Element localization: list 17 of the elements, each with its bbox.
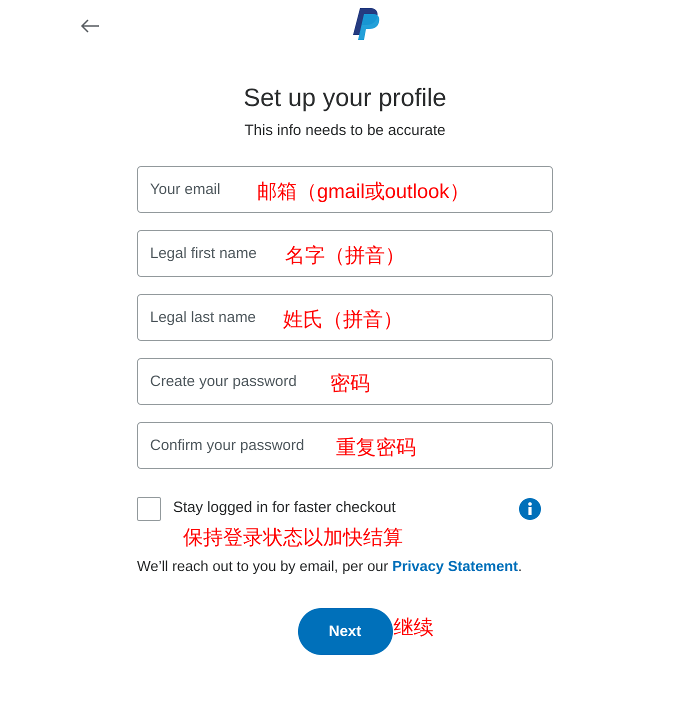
annotation: 姓氏（拼音）: [283, 308, 403, 332]
annotation: 继续: [394, 616, 434, 642]
annotation: 密码: [330, 372, 370, 396]
page-title: Set up your profile: [244, 83, 446, 114]
annotation: 重复密码: [336, 436, 416, 460]
notice-text: We’ll reach out to you by email, per our Privacy Statement.: [137, 558, 523, 576]
subtitle: This info needs to be accurate: [244, 121, 446, 141]
checkbox-label: Stay logged in for faster checkout: [173, 498, 396, 518]
privacy-link[interactable]: Privacy Statement: [392, 558, 518, 574]
annotation: 保持登录状态以加快结算: [183, 526, 403, 548]
back-arrow-icon[interactable]: [80, 18, 100, 34]
checkbox[interactable]: [137, 496, 161, 520]
annotation: 邮箱（gmail或outlook）: [257, 180, 470, 204]
logo-icon: [352, 8, 380, 41]
annotation: 名字（拼音）: [285, 244, 405, 268]
next-button[interactable]: Next: [298, 608, 392, 656]
info-icon[interactable]: [519, 498, 541, 520]
